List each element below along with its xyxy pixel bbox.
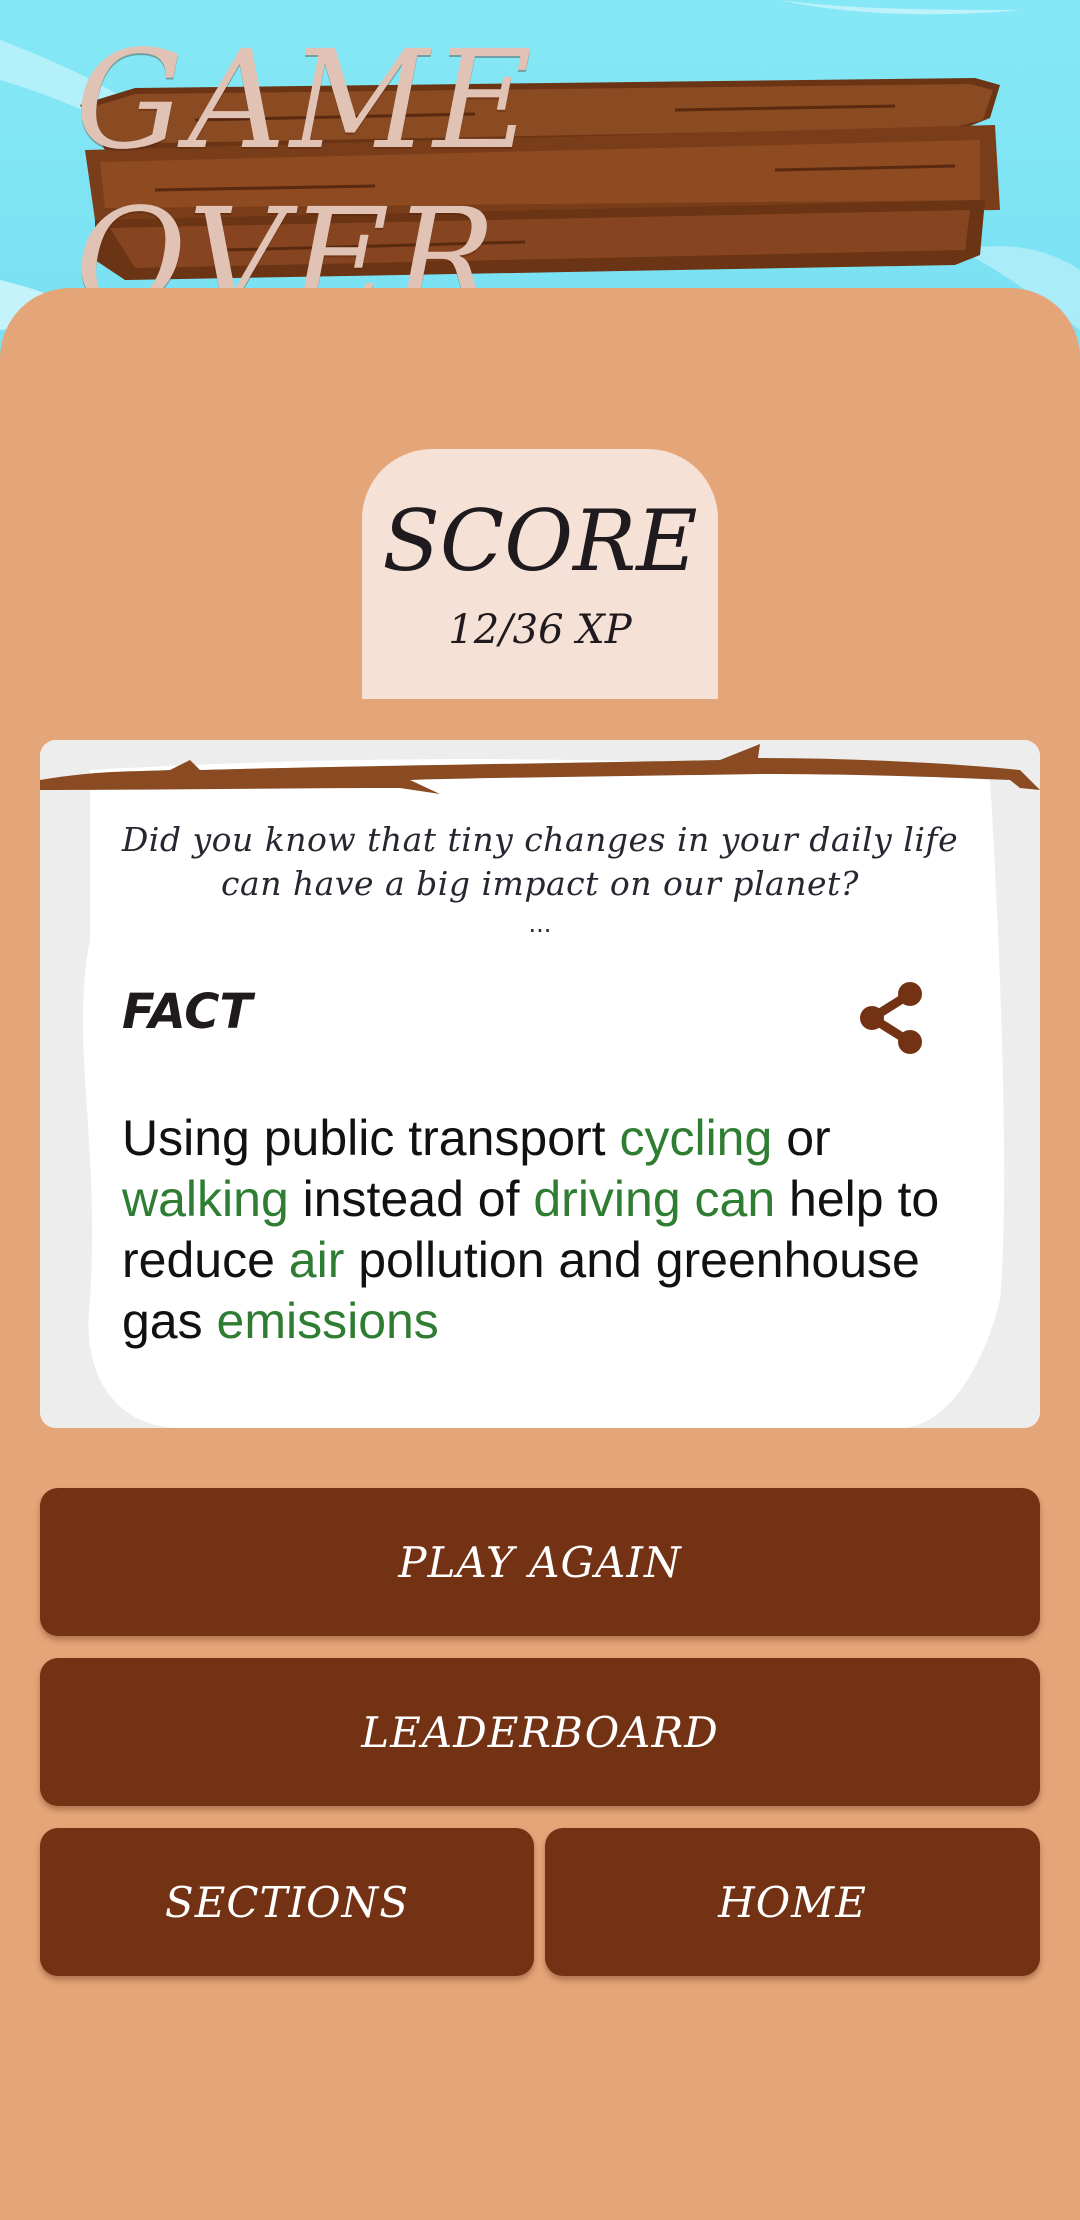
fact-text-segment: instead of xyxy=(288,1171,534,1227)
share-icon xyxy=(860,982,922,1054)
ellipsis: ... xyxy=(528,910,552,938)
play-again-button[interactable]: PLAY AGAIN xyxy=(40,1488,1040,1636)
fact-text-segment: or xyxy=(772,1110,831,1166)
fact-highlight-word: emissions xyxy=(216,1293,439,1349)
fact-text-segment: Using public transport xyxy=(122,1110,620,1166)
title-banner: GAME OVER xyxy=(75,22,1005,338)
fact-body-text: Using public transport cycling or walkin… xyxy=(122,1108,1002,1352)
fact-label: FACT xyxy=(122,984,253,1040)
fact-highlight-word: walking xyxy=(122,1171,289,1227)
did-you-know-text: Did you know that tiny changes in your d… xyxy=(121,820,959,903)
game-over-title: GAME OVER xyxy=(75,22,537,338)
share-button[interactable] xyxy=(852,978,932,1058)
fact-highlight-word: air xyxy=(288,1232,345,1288)
sections-button[interactable]: SECTIONS xyxy=(40,1828,534,1976)
score-value: 12/36 XP xyxy=(448,607,632,653)
branch-decoration xyxy=(40,744,1040,794)
fact-highlight-word: driving can xyxy=(533,1171,776,1227)
fact-highlight-word: cycling xyxy=(619,1110,773,1166)
home-button[interactable]: HOME xyxy=(545,1828,1040,1976)
score-tab: SCORE 12/36 XP xyxy=(362,449,718,699)
leaderboard-button[interactable]: LEADERBOARD xyxy=(40,1658,1040,1806)
fact-card: Did you know that tiny changes in your d… xyxy=(40,740,1040,1428)
score-label: SCORE xyxy=(382,492,698,590)
